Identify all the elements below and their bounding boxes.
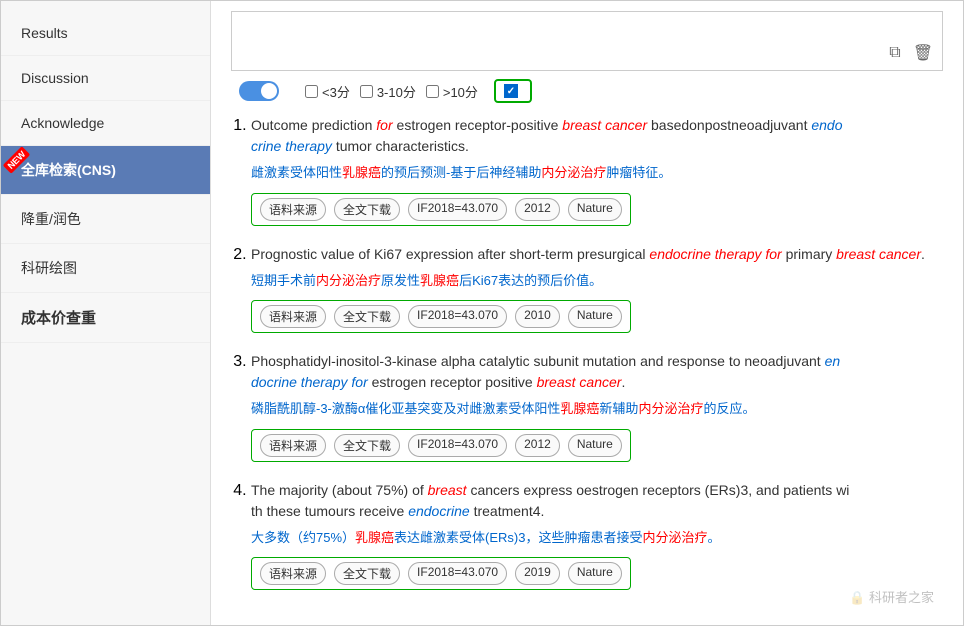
- result-title-3: Phosphatidyl-inositol-3-kinase alpha cat…: [251, 351, 943, 393]
- sidebar: ResultsDiscussionAcknowledgeNEW全库检索(CNS)…: [1, 1, 211, 625]
- result-tags-3: 语料来源 全文下载 IF2018=43.070 2012 Nature: [251, 429, 631, 462]
- result-tags-4: 语料来源 全文下载 IF2018=43.070 2019 Nature: [251, 557, 631, 590]
- cns-checkbox[interactable]: ✓: [504, 84, 518, 98]
- translate-toggle[interactable]: [239, 81, 279, 101]
- results-list: Outcome prediction for estrogen receptor…: [231, 115, 943, 590]
- tag-if[interactable]: IF2018=43.070: [408, 434, 507, 457]
- tag-fulltext[interactable]: 全文下载: [334, 198, 400, 221]
- impact-section: <3分 3-10分 >10分: [295, 82, 478, 101]
- tag-source[interactable]: 语料来源: [260, 434, 326, 457]
- tag-source[interactable]: 语料来源: [260, 305, 326, 328]
- sidebar-item-recolor[interactable]: 降重/润色: [1, 195, 210, 244]
- tag-year[interactable]: 2012: [515, 198, 560, 221]
- tag-source[interactable]: 语料来源: [260, 562, 326, 585]
- sidebar-item-cns-search[interactable]: NEW全库检索(CNS): [1, 146, 210, 195]
- tag-year[interactable]: 2019: [515, 562, 560, 585]
- search-area[interactable]: ⧉ 🗑: [231, 11, 943, 71]
- tag-year[interactable]: 2010: [515, 305, 560, 328]
- tag-journal[interactable]: Nature: [568, 562, 622, 585]
- result-translation-1: 雌激素受体阳性乳腺癌的预后预测-基于后神经辅助内分泌治疗肿瘤特征。: [251, 163, 943, 183]
- tag-if[interactable]: IF2018=43.070: [408, 198, 507, 221]
- filter-3-10[interactable]: 3-10分: [360, 82, 416, 101]
- result-translation-3: 磷脂酰肌醇-3-激酶α催化亚基突变及对雌激素受体阳性乳腺癌新辅助内分泌治疗的反应…: [251, 399, 943, 419]
- result-item-4: The majority (about 75%) of breast cance…: [251, 480, 943, 591]
- result-translation-2: 短期手术前内分泌治疗原发性乳腺癌后Ki67表达的预后价值。: [251, 271, 943, 291]
- sidebar-item-acknowledge[interactable]: Acknowledge: [1, 101, 210, 146]
- result-tags-1: 语料来源 全文下载 IF2018=43.070 2012 Nature: [251, 193, 631, 226]
- tag-journal[interactable]: Nature: [568, 198, 622, 221]
- result-title-4: The majority (about 75%) of breast cance…: [251, 480, 943, 522]
- copy-icon[interactable]: ⧉: [884, 42, 906, 64]
- sidebar-item-cost[interactable]: 成本价查重: [1, 293, 210, 343]
- toolbar-row: <3分 3-10分 >10分 ✓: [231, 79, 943, 103]
- cns-filter[interactable]: ✓: [494, 79, 532, 103]
- tag-if[interactable]: IF2018=43.070: [408, 305, 507, 328]
- result-item-1: Outcome prediction for estrogen receptor…: [251, 115, 943, 226]
- tag-journal[interactable]: Nature: [568, 305, 622, 328]
- result-translation-4: 大多数（约75%）乳腺癌表达雌激素受体(ERs)3，这些肿瘤患者接受内分泌治疗。: [251, 528, 943, 548]
- filter-lt3[interactable]: <3分: [305, 82, 350, 101]
- delete-icon[interactable]: 🗑: [912, 42, 934, 64]
- tag-year[interactable]: 2012: [515, 434, 560, 457]
- tag-if[interactable]: IF2018=43.070: [408, 562, 507, 585]
- result-title-1: Outcome prediction for estrogen receptor…: [251, 115, 943, 157]
- translate-section: [231, 81, 279, 101]
- result-tags-2: 语料来源 全文下载 IF2018=43.070 2010 Nature: [251, 300, 631, 333]
- tag-fulltext[interactable]: 全文下载: [334, 562, 400, 585]
- result-item-2: Prognostic value of Ki67 expression afte…: [251, 244, 943, 334]
- main-content: ⧉ 🗑 <3分 3-10分 >10分: [211, 1, 963, 625]
- tag-source[interactable]: 语料来源: [260, 198, 326, 221]
- filter-gt10[interactable]: >10分: [426, 82, 478, 101]
- sidebar-item-discussion[interactable]: Discussion: [1, 56, 210, 101]
- tag-fulltext[interactable]: 全文下载: [334, 434, 400, 457]
- sidebar-item-results[interactable]: Results: [1, 11, 210, 56]
- tag-fulltext[interactable]: 全文下载: [334, 305, 400, 328]
- sidebar-item-chart[interactable]: 科研绘图: [1, 244, 210, 293]
- result-item-3: Phosphatidyl-inositol-3-kinase alpha cat…: [251, 351, 943, 462]
- tag-journal[interactable]: Nature: [568, 434, 622, 457]
- result-title-2: Prognostic value of Ki67 expression afte…: [251, 244, 943, 265]
